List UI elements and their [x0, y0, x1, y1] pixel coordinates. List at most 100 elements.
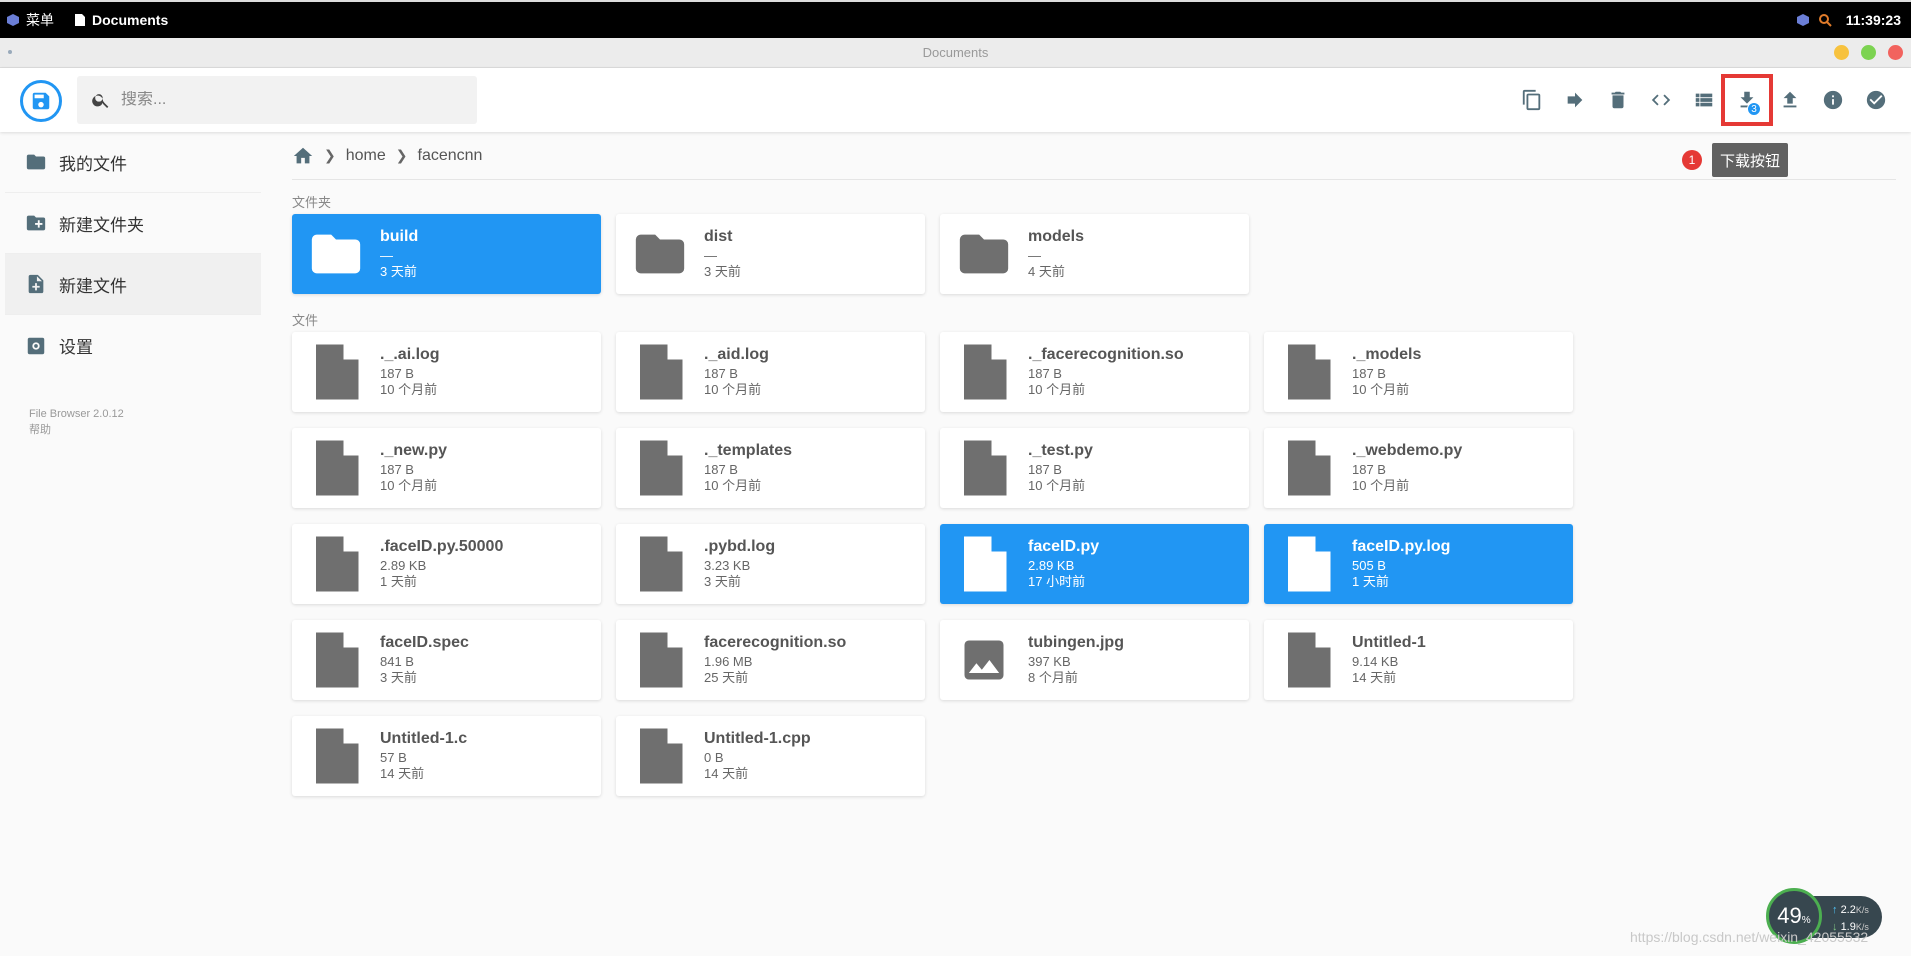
- file-item[interactable]: Untitled-1.c 57 B 14 天前: [292, 716, 601, 796]
- file-item[interactable]: ._models 187 B 10 个月前: [1264, 332, 1573, 412]
- download-button[interactable]: 3: [1721, 74, 1773, 126]
- file-icon: [1288, 536, 1331, 592]
- chevron-right-icon: ❯: [395, 147, 408, 163]
- file-item[interactable]: Untitled-1.cpp 0 B 14 天前: [616, 716, 925, 796]
- minimize-button[interactable]: [1834, 45, 1849, 60]
- file-icon: [964, 440, 1007, 496]
- window-menu-dot[interactable]: [8, 50, 12, 54]
- clock: 11:39:23: [1845, 12, 1901, 28]
- item-name: dist: [704, 228, 733, 245]
- app-logo[interactable]: [20, 80, 62, 122]
- select-multiple-button[interactable]: [1856, 80, 1896, 120]
- upload-icon: [1783, 91, 1797, 108]
- sidebar-item-settings[interactable]: 设置: [5, 315, 261, 376]
- cube-tray-icon[interactable]: [1796, 13, 1810, 27]
- file-item[interactable]: ._new.py 187 B 10 个月前: [292, 428, 601, 508]
- upload-button[interactable]: [1770, 80, 1810, 120]
- move-icon: [1567, 92, 1583, 108]
- file-icon: [316, 344, 359, 400]
- item-meta: dist —3 天前: [704, 228, 741, 280]
- close-button[interactable]: [1888, 45, 1903, 60]
- file-item[interactable]: faceID.spec 841 B3 天前: [292, 620, 601, 700]
- file-item[interactable]: Untitled-1 9.14 KB 14 天前: [1264, 620, 1573, 700]
- home-icon[interactable]: [292, 145, 314, 167]
- create-new-folder-icon: [26, 215, 46, 231]
- item-size: 3.23 KB: [704, 558, 751, 573]
- item-size: 187 B: [380, 462, 414, 477]
- item-name: ._webdemo.py: [1352, 442, 1463, 459]
- upload-speed-unit: K/s: [1855, 905, 1869, 915]
- file-item[interactable]: ._facerecognition.so 187 B 10 个月前: [940, 332, 1249, 412]
- delete-icon: [1611, 91, 1625, 109]
- item-icon-wrap: [630, 630, 690, 690]
- item-size: 2.89 KB: [380, 558, 427, 573]
- file-item[interactable]: .pybd.log 3.23 KB 3 天前: [616, 524, 925, 604]
- folder-item[interactable]: dist —3 天前: [616, 214, 925, 294]
- download-count-badge: 3: [1747, 102, 1761, 116]
- item-icon-wrap: [306, 726, 366, 786]
- version-text: File Browser 2.0.12: [29, 408, 124, 420]
- folder-item[interactable]: models —4 天前: [940, 214, 1249, 294]
- file-item[interactable]: faceID.py.log 505 B1 天前: [1264, 524, 1573, 604]
- check-circle-icon: [1866, 90, 1886, 110]
- file-item[interactable]: ._aid.log 187 B 10 个月前: [616, 332, 925, 412]
- file-item[interactable]: .faceID.py.50000 2.89 KB 1 天前: [292, 524, 601, 604]
- breadcrumb-item[interactable]: home: [346, 147, 386, 165]
- item-name: ._new.py: [380, 442, 447, 459]
- maximize-button[interactable]: [1861, 45, 1876, 60]
- copy-button[interactable]: [1512, 80, 1552, 120]
- item-name: .faceID.py.50000: [380, 538, 504, 555]
- window-titlebar: Documents: [0, 38, 1911, 68]
- sidebar-item-new-file[interactable]: 新建文件: [5, 254, 261, 315]
- file-item[interactable]: tubingen.jpg 397 KB 8 个月前: [940, 620, 1249, 700]
- start-menu[interactable]: 菜单: [6, 10, 54, 30]
- item-date: 17 小时前: [1028, 574, 1086, 589]
- copy-icon: [1522, 89, 1541, 111]
- cpu-percent: 49: [1777, 903, 1802, 928]
- item-name: facerecognition.so: [704, 634, 847, 651]
- delete-button[interactable]: [1598, 80, 1638, 120]
- file-item[interactable]: ._templates 187 B 10 个月前: [616, 428, 925, 508]
- switch-view-button[interactable]: [1684, 80, 1724, 120]
- item-size: 187 B: [1352, 462, 1386, 477]
- folder-item[interactable]: build —3 天前: [292, 214, 601, 294]
- taskbar-window-documents[interactable]: Documents: [74, 12, 168, 28]
- item-date: 10 个月前: [1352, 382, 1410, 397]
- note-add-icon: [28, 274, 44, 294]
- file-item[interactable]: facerecognition.so 1.96 MB 25 天前: [616, 620, 925, 700]
- file-icon: [964, 344, 1007, 400]
- item-meta: ._test.py 187 B 10 个月前: [1028, 442, 1093, 494]
- move-button[interactable]: [1555, 80, 1595, 120]
- file-icon: [1288, 344, 1331, 400]
- file-item[interactable]: faceID.py 2.89 KB 17 小时前: [940, 524, 1249, 604]
- files-section-label: 文件: [292, 313, 319, 328]
- file-item[interactable]: ._webdemo.py 187 B 10 个月前: [1264, 428, 1573, 508]
- file-item[interactable]: ._.ai.log 187 B 10 个月前: [292, 332, 601, 412]
- help-link[interactable]: 帮助: [29, 422, 261, 438]
- item-icon-wrap: [1278, 438, 1338, 498]
- sidebar-item-label: 新建文件夹: [59, 215, 144, 235]
- file-item[interactable]: ._test.py 187 B 10 个月前: [940, 428, 1249, 508]
- item-date: 10 个月前: [1352, 478, 1410, 493]
- embed-button[interactable]: [1641, 80, 1681, 120]
- item-meta: facerecognition.so 1.96 MB 25 天前: [704, 634, 846, 686]
- info-button[interactable]: [1813, 80, 1853, 120]
- search-box[interactable]: [77, 76, 477, 124]
- item-date: 10 个月前: [380, 478, 438, 493]
- search-tray-icon[interactable]: [1818, 13, 1832, 27]
- search-icon: [92, 94, 109, 108]
- item-icon-wrap: [954, 342, 1014, 402]
- file-icon: [640, 344, 683, 400]
- item-date: 3 天前: [704, 574, 741, 589]
- breadcrumb-item[interactable]: facencnn: [418, 147, 483, 165]
- search-input[interactable]: [121, 91, 441, 109]
- os-taskbar: 菜单 Documents 11:39:23: [0, 0, 1911, 38]
- item-meta: ._aid.log 187 B 10 个月前: [704, 346, 769, 398]
- cube-icon: [7, 14, 19, 26]
- item-date: 10 个月前: [1028, 478, 1086, 493]
- item-date: 10 个月前: [380, 382, 438, 397]
- sidebar-item-new-folder[interactable]: 新建文件夹: [5, 193, 261, 254]
- item-meta: faceID.py 2.89 KB 17 小时前: [1028, 538, 1099, 590]
- sidebar-item-my-files[interactable]: 我的文件: [5, 132, 261, 193]
- item-date: 1 天前: [380, 574, 417, 589]
